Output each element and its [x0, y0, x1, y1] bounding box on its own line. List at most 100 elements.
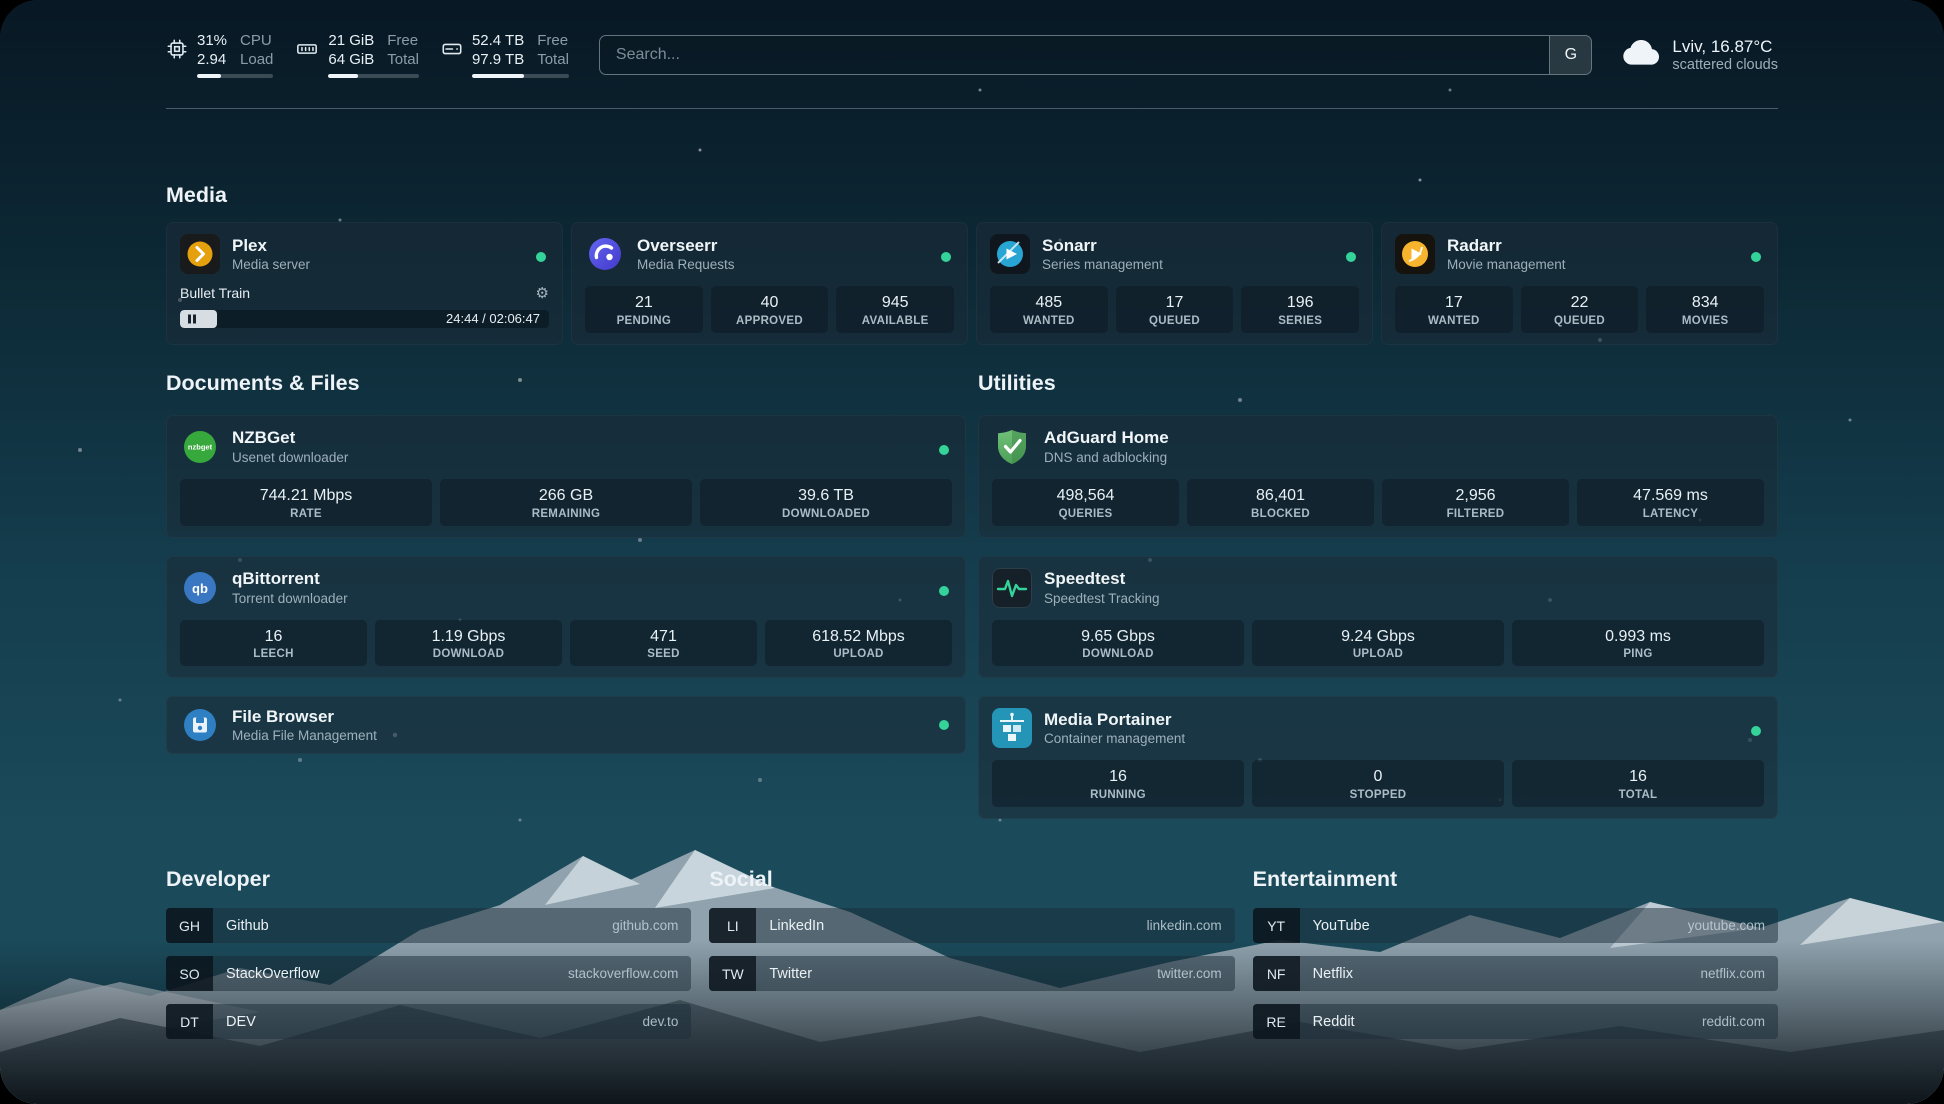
cpu-progress-fill	[197, 74, 221, 78]
media-group-title: Media	[166, 183, 1778, 209]
speedtest-icon	[992, 568, 1032, 608]
service-description: Torrent downloader	[232, 590, 348, 608]
disk-total-value: 97.9 TB	[472, 51, 524, 70]
disk-drive-icon	[441, 32, 463, 65]
service-link-nzbget[interactable]: nzbget NZBGet Usenet downloader	[180, 427, 952, 467]
bookmark-abbr: YT	[1253, 908, 1300, 943]
stat-total: 16 TOTAL	[1512, 760, 1764, 807]
dashboard-screen: 31% 2.94 CPU Load	[0, 0, 1944, 1104]
bookmark-url: netflix.com	[1700, 956, 1778, 991]
bookmark-abbr: LI	[709, 908, 756, 943]
stat-wanted: 485 WANTED	[990, 286, 1108, 333]
service-name: File Browser	[232, 706, 377, 727]
stat-pending: 21 PENDING	[585, 286, 703, 333]
stat-upload: 618.52 Mbps UPLOAD	[765, 620, 952, 667]
service-card-filebrowser: File Browser Media File Management	[166, 696, 966, 754]
cpu-load-label: Load	[240, 51, 273, 70]
adguard-shield-icon	[992, 427, 1032, 467]
service-link-filebrowser[interactable]: File Browser Media File Management	[180, 705, 952, 745]
bookmark-linkedin[interactable]: LI LinkedIn linkedin.com	[709, 908, 1234, 943]
topbar-divider	[166, 108, 1778, 109]
bookmark-reddit[interactable]: RE Reddit reddit.com	[1253, 1004, 1778, 1039]
stat-rate: 744.21 Mbps RATE	[180, 479, 432, 526]
service-description: Container management	[1044, 730, 1185, 748]
service-card-adguard: AdGuard Home DNS and adblocking 498,564 …	[978, 415, 1778, 538]
pause-icon[interactable]	[188, 315, 196, 324]
bookmark-dev[interactable]: DT DEV dev.to	[166, 1004, 691, 1039]
stat-download: 9.65 Gbps DOWNLOAD	[992, 620, 1244, 667]
service-link-plex[interactable]: Plex Media server	[180, 234, 549, 274]
service-card-nzbget: nzbget NZBGet Usenet downloader 744.	[166, 415, 966, 538]
disk-progress-fill	[472, 74, 524, 78]
service-link-portainer[interactable]: Media Portainer Container management	[992, 708, 1764, 748]
service-link-radarr[interactable]: Radarr Movie management	[1395, 234, 1764, 274]
service-card-plex: Plex Media server Bullet Train ⚙ 24:44 /…	[166, 222, 563, 345]
stat-available: 945 AVAILABLE	[836, 286, 954, 333]
status-dot	[939, 445, 949, 455]
bookmark-url: linkedin.com	[1147, 908, 1235, 943]
bookmark-name: Netflix	[1300, 956, 1701, 991]
bookmark-group-developer: Developer GH Github github.com SO StackO…	[166, 867, 691, 1039]
settings-gear-icon[interactable]: ⚙	[536, 284, 549, 302]
stat-running: 16 RUNNING	[992, 760, 1244, 807]
memory-widget: 21 GiB 64 GiB Free Total	[295, 32, 419, 78]
stat-filtered: 2,956 FILTERED	[1382, 479, 1569, 526]
stat-queued: 22 QUEUED	[1521, 286, 1639, 333]
bookmark-name: StackOverflow	[213, 956, 568, 991]
stat-download: 1.19 Gbps DOWNLOAD	[375, 620, 562, 667]
search-bar: G	[599, 35, 1593, 75]
service-link-qbittorrent[interactable]: qb qBittorrent Torrent downloader	[180, 568, 952, 608]
service-name: AdGuard Home	[1044, 427, 1169, 448]
cpu-chip-icon	[166, 32, 188, 65]
search-provider-button[interactable]: G	[1549, 36, 1591, 74]
stat-leech: 16 LEECH	[180, 620, 367, 667]
service-description: Usenet downloader	[232, 449, 348, 467]
bookmark-twitter[interactable]: TW Twitter twitter.com	[709, 956, 1234, 991]
cpu-label: CPU	[240, 32, 273, 51]
bookmark-group-title: Entertainment	[1253, 867, 1778, 893]
bookmark-name: Twitter	[756, 956, 1157, 991]
stat-remaining: 266 GB REMAINING	[440, 479, 692, 526]
status-dot	[939, 586, 949, 596]
search-input[interactable]	[600, 36, 1550, 74]
bookmark-name: YouTube	[1300, 908, 1688, 943]
stat-approved: 40 APPROVED	[711, 286, 829, 333]
bookmark-abbr: TW	[709, 956, 756, 991]
service-link-adguard[interactable]: AdGuard Home DNS and adblocking	[992, 427, 1764, 467]
bookmark-abbr: SO	[166, 956, 213, 991]
filebrowser-icon	[180, 705, 220, 745]
memory-free-label: Free	[387, 32, 419, 51]
bookmark-url: stackoverflow.com	[568, 956, 691, 991]
bookmark-name: DEV	[213, 1004, 643, 1039]
bookmark-netflix[interactable]: NF Netflix netflix.com	[1253, 956, 1778, 991]
service-name: Media Portainer	[1044, 709, 1185, 730]
bookmark-stackoverflow[interactable]: SO StackOverflow stackoverflow.com	[166, 956, 691, 991]
bookmark-name: Github	[213, 908, 612, 943]
memory-free-value: 21 GiB	[328, 32, 374, 51]
service-link-speedtest[interactable]: Speedtest Speedtest Tracking	[992, 568, 1764, 608]
resource-widgets: 31% 2.94 CPU Load	[166, 32, 569, 78]
service-card-qbittorrent: qb qBittorrent Torrent downloader 16	[166, 556, 966, 679]
weather-location: Lviv, 16.87°C	[1672, 36, 1778, 57]
bookmark-url: reddit.com	[1702, 1004, 1778, 1039]
service-link-sonarr[interactable]: Sonarr Series management	[990, 234, 1359, 274]
bookmark-url: twitter.com	[1157, 956, 1235, 991]
service-name: qBittorrent	[232, 568, 348, 589]
service-link-overseerr[interactable]: Overseerr Media Requests	[585, 234, 954, 274]
service-description: Media Requests	[637, 256, 735, 274]
bookmark-youtube[interactable]: YT YouTube youtube.com	[1253, 908, 1778, 943]
cpu-load-value: 2.94	[197, 51, 227, 70]
plex-progress-time: 24:44 / 02:06:47	[446, 310, 540, 328]
service-card-speedtest: Speedtest Speedtest Tracking 9.65 Gbps D…	[978, 556, 1778, 679]
bookmark-url: dev.to	[643, 1004, 692, 1039]
stat-latency: 47.569 ms LATENCY	[1577, 479, 1764, 526]
utilities-group-title: Utilities	[978, 371, 1778, 397]
bookmark-github[interactable]: GH Github github.com	[166, 908, 691, 943]
cloud-icon	[1622, 38, 1660, 71]
service-description: Movie management	[1447, 256, 1566, 274]
stat-queued: 17 QUEUED	[1116, 286, 1234, 333]
plex-progress-bar[interactable]: 24:44 / 02:06:47	[180, 310, 549, 328]
utilities-group: Utilities	[978, 371, 1778, 819]
disk-free-label: Free	[537, 32, 569, 51]
service-description: DNS and adblocking	[1044, 449, 1169, 467]
